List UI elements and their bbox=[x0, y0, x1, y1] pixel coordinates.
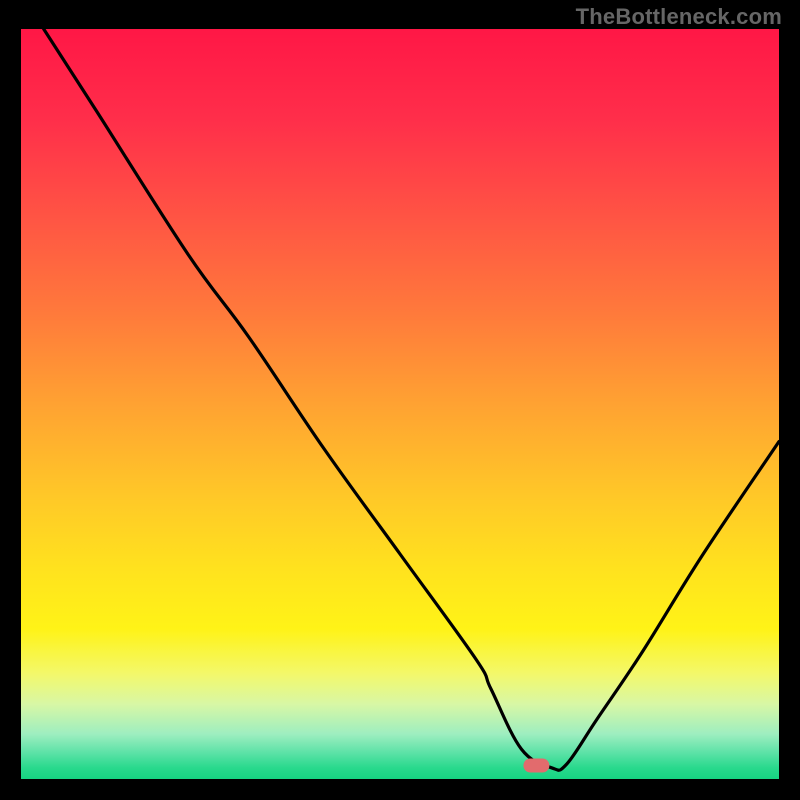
optimum-marker bbox=[523, 759, 549, 773]
plot-background bbox=[21, 29, 779, 779]
chart-frame: TheBottleneck.com bbox=[0, 0, 800, 800]
chart-svg bbox=[0, 0, 800, 800]
